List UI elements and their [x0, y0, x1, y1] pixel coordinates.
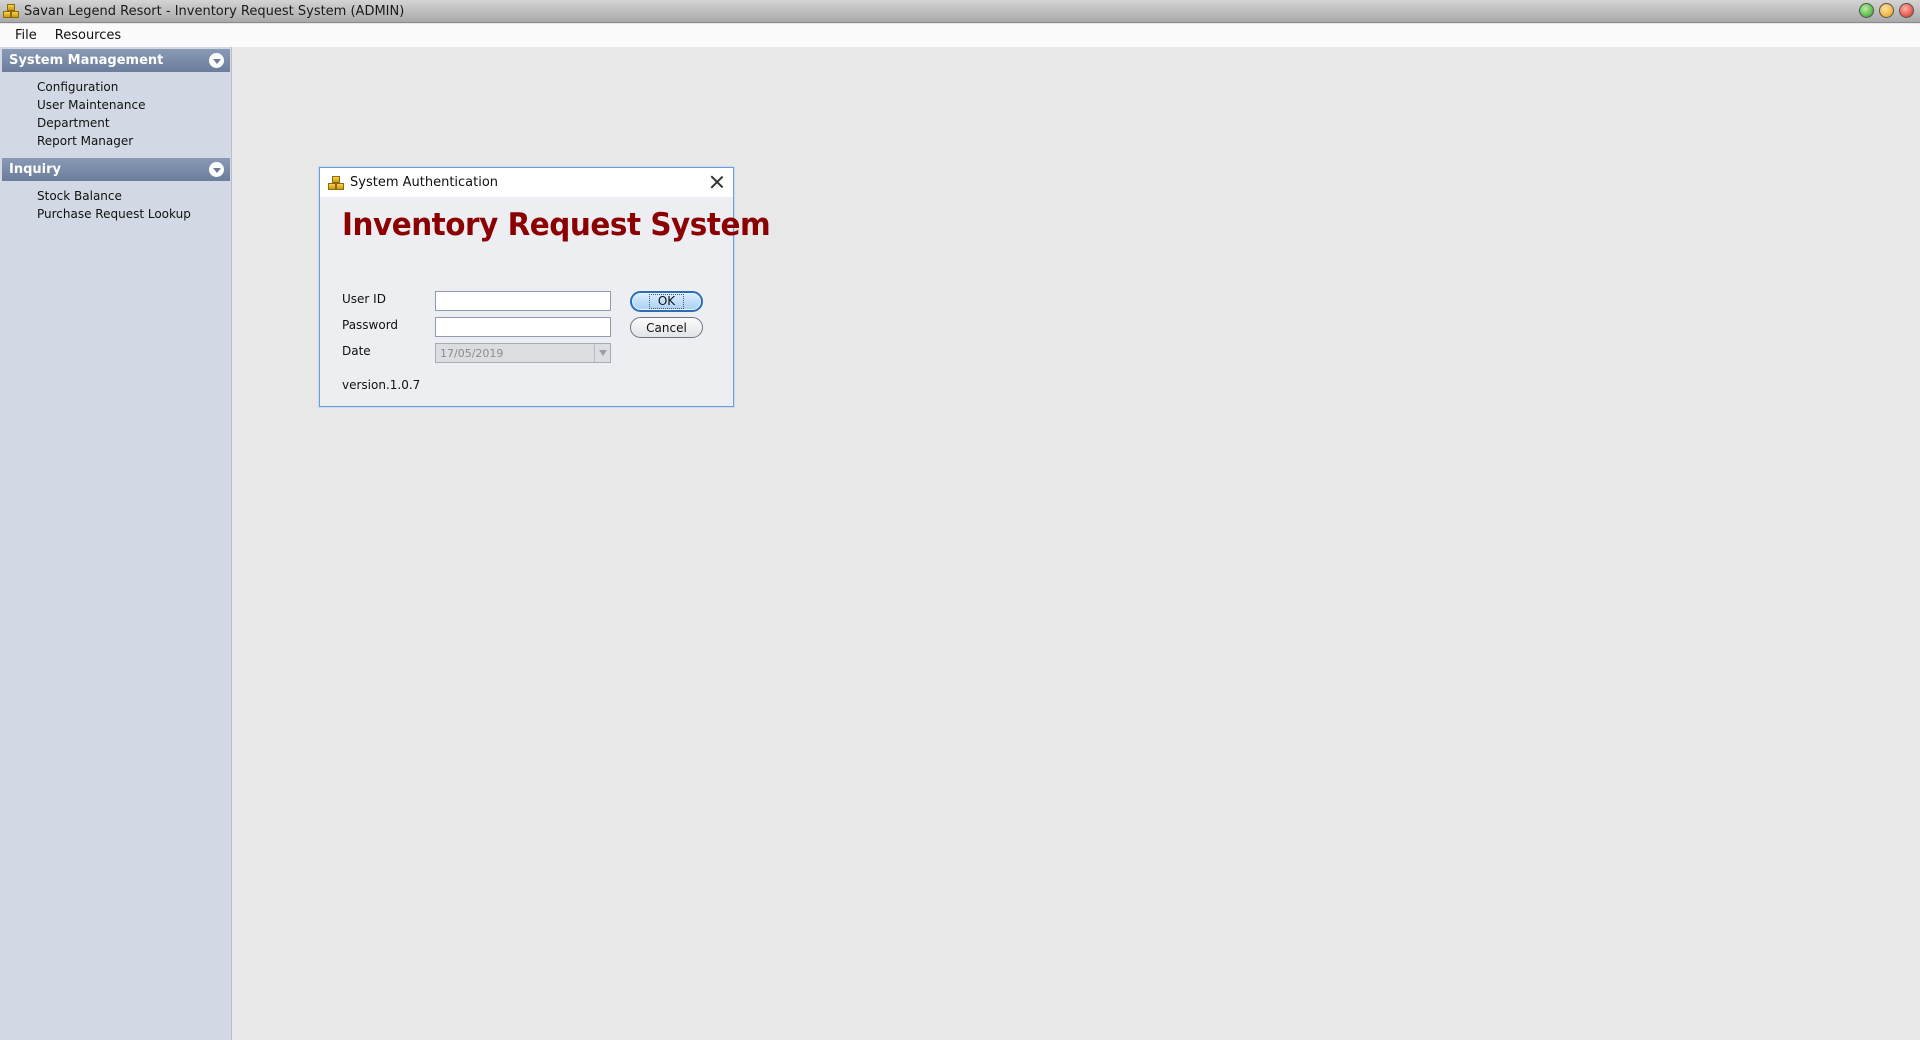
collapse-icon[interactable] [209, 53, 224, 68]
group-items-system-management: Configuration User Maintenance Departmen… [0, 72, 231, 156]
sidebar-item-stock-balance[interactable]: Stock Balance [0, 187, 231, 205]
auth-dialog: System Authentication Inventory Request … [319, 167, 771, 407]
password-label: Password [342, 318, 399, 332]
dialog-heading: Inventory Request System [342, 207, 771, 243]
menu-resources[interactable]: Resources [46, 26, 130, 45]
title-bar: Savan Legend Resort - Inventory Request … [0, 0, 1920, 23]
password-input[interactable] [435, 317, 611, 337]
sidebar: System Management Configuration User Mai… [0, 47, 232, 1040]
date-picker[interactable]: 17/05/2019 [435, 343, 611, 363]
date-label: Date [342, 344, 371, 358]
window-title: Savan Legend Resort - Inventory Request … [24, 3, 405, 19]
user-id-input[interactable] [435, 291, 611, 311]
dropdown-arrow-icon[interactable] [594, 344, 610, 362]
version-label: version.1.0.7 [342, 378, 421, 392]
window-controls [1859, 3, 1914, 18]
maximize-icon[interactable] [1879, 3, 1894, 18]
close-window-icon[interactable] [1899, 3, 1914, 18]
group-items-inquiry: Stock Balance Purchase Request Lookup [0, 181, 231, 229]
sidebar-item-user-maintenance[interactable]: User Maintenance [0, 96, 231, 114]
sidebar-item-configuration[interactable]: Configuration [0, 78, 231, 96]
group-title: Inquiry [9, 162, 61, 177]
group-header-system-management[interactable]: System Management [2, 49, 230, 72]
collapse-icon[interactable] [209, 162, 224, 177]
sidebar-item-purchase-request-lookup[interactable]: Purchase Request Lookup [0, 205, 231, 223]
menu-file[interactable]: File [6, 26, 46, 45]
sidebar-item-report-manager[interactable]: Report Manager [0, 132, 231, 150]
cancel-button[interactable]: Cancel [630, 317, 703, 338]
close-icon[interactable] [709, 174, 725, 190]
user-id-label: User ID [342, 292, 386, 306]
ok-button[interactable]: OK [630, 291, 703, 312]
dialog-title-bar[interactable]: System Authentication [320, 168, 733, 197]
group-header-inquiry[interactable]: Inquiry [2, 158, 230, 181]
ok-button-label: OK [648, 294, 685, 309]
dialog-title: System Authentication [350, 175, 499, 190]
group-title: System Management [9, 53, 164, 68]
minimize-icon[interactable] [1859, 3, 1874, 18]
date-value: 17/05/2019 [440, 346, 504, 360]
menu-bar: File Resources [0, 24, 1920, 47]
dialog-app-icon [328, 175, 344, 191]
app-icon [3, 3, 19, 19]
sidebar-item-department[interactable]: Department [0, 114, 231, 132]
